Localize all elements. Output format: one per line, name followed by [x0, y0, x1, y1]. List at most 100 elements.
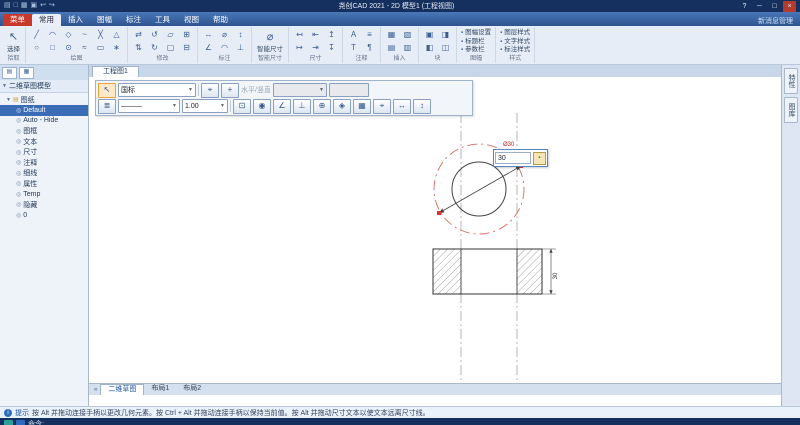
ribbon-icon[interactable]: ▦	[384, 28, 399, 42]
ribbon-icon[interactable]: ↧	[324, 41, 339, 55]
visibility-icon[interactable]: ◎	[16, 117, 21, 124]
ribbon-icon[interactable]: □	[45, 41, 60, 55]
layer-item-细线[interactable]: ◎细线	[0, 168, 88, 179]
ribbon-icon[interactable]: ⊞	[179, 28, 194, 42]
menu-tab-图幅[interactable]: 图幅	[90, 14, 119, 26]
linewidth-select[interactable]: 1.00 ▼	[182, 99, 228, 113]
ribbon-icon[interactable]: ▣	[422, 28, 437, 42]
document-tab[interactable]: 工程图1	[92, 66, 139, 77]
osnap-icon[interactable]: ⌖	[373, 99, 391, 114]
vertical-icon[interactable]: ↕	[413, 99, 431, 114]
sheet-tab-二维草图[interactable]: 二维草图	[100, 384, 144, 395]
ribbon-icon[interactable]: ╳	[93, 28, 108, 42]
new-file-icon[interactable]: □	[14, 0, 18, 12]
hatch-region-right[interactable]	[517, 249, 542, 294]
ribbon-icon[interactable]: ○	[29, 41, 44, 55]
ribbon-icon[interactable]: ◨	[438, 28, 453, 42]
tab-nav-button[interactable]: «	[94, 387, 97, 393]
vertical-dimension-text[interactable]: 30	[553, 272, 559, 279]
ribbon-icon[interactable]: ╱	[29, 28, 44, 42]
ribbon-icon[interactable]: ◫	[438, 41, 453, 55]
menu-tab-工具[interactable]: 工具	[148, 14, 177, 26]
ribbon-icon[interactable]: ¶	[362, 41, 377, 55]
ribbon-icon[interactable]: ↺	[147, 28, 162, 42]
menu-right-text[interactable]: 新消息管理	[758, 16, 797, 26]
ribbon-icon[interactable]: ▧	[400, 28, 415, 42]
ribbon-icon[interactable]: ⇤	[308, 28, 323, 42]
layer-item-注释[interactable]: ◎注释	[0, 158, 88, 169]
ribbon-icon[interactable]: ↦	[292, 41, 307, 55]
side-tab-特性[interactable]: 特性	[784, 68, 798, 94]
ribbon-icon[interactable]: ▤	[384, 41, 399, 55]
visibility-icon[interactable]: ◎	[16, 170, 21, 177]
ribbon-icon[interactable]: △	[109, 28, 124, 42]
hatch-icon[interactable]: ▦	[353, 99, 371, 114]
ribbon-icon[interactable]: ◧	[422, 41, 437, 55]
hole-circle[interactable]	[452, 162, 506, 216]
visibility-icon[interactable]: ◎	[16, 201, 21, 208]
ribbon-icon[interactable]: A	[346, 28, 361, 42]
ribbon-icon[interactable]: ↔	[201, 28, 216, 42]
sheet-tab-布局1[interactable]: 布局1	[144, 384, 176, 394]
ribbon-icon[interactable]: ↕	[233, 28, 248, 42]
help-button[interactable]: ?	[738, 1, 751, 12]
panel-root-row[interactable]: ▼ 二维草图模型	[0, 80, 88, 93]
layer-item-0[interactable]: ◎0	[0, 210, 88, 221]
ribbon-icon[interactable]: ▢	[163, 41, 178, 55]
menu-tab-菜单[interactable]: 菜单	[3, 14, 32, 26]
ribbon-icon[interactable]: ⇄	[131, 28, 146, 42]
visibility-icon[interactable]: ◎	[16, 138, 21, 145]
ribbon-icon[interactable]: ▥	[400, 41, 415, 55]
status-icon[interactable]	[16, 420, 25, 425]
ribbon-icon[interactable]: ◠	[45, 28, 60, 42]
visibility-icon[interactable]: ◎	[16, 128, 21, 135]
ribbon-icon[interactable]: ◠	[217, 41, 232, 55]
diameter-dimension-line[interactable]	[439, 166, 521, 213]
viewport[interactable]: 30 ↖ 国标 ▼ ⌖+ 水平/竖直 ▼	[89, 77, 781, 395]
intersection-icon[interactable]: ⊕	[313, 99, 331, 114]
layer-item-Temp[interactable]: ◎Temp	[0, 189, 88, 200]
visibility-icon[interactable]: ◎	[16, 159, 21, 166]
ribbon-icon[interactable]: ∗	[109, 41, 124, 55]
ribbon-icon[interactable]: ⌀	[217, 28, 232, 42]
dimension-value-input[interactable]: 30	[495, 152, 531, 164]
ribbon-textbutton-图幅设置[interactable]: ▪图幅设置	[461, 29, 491, 37]
ribbon-icon[interactable]: ⊙	[61, 41, 76, 55]
ribbon-textbutton-参数栏[interactable]: ▪参数栏	[461, 46, 491, 54]
side-tab-图库[interactable]: 图库	[784, 97, 798, 123]
plus-icon[interactable]: +	[221, 83, 239, 98]
visibility-icon[interactable]: ◎	[16, 107, 21, 114]
grid-icon[interactable]: ⊡	[233, 99, 251, 114]
hatch-region-left[interactable]	[433, 249, 461, 294]
app-menu-icon[interactable]: ▤	[4, 0, 11, 12]
layer-item-属性[interactable]: ◎属性	[0, 179, 88, 190]
ribbon-icon[interactable]: ⊟	[179, 41, 194, 55]
visibility-icon[interactable]: ◎	[16, 212, 21, 219]
ribbon-icon[interactable]: ≈	[77, 41, 92, 55]
ribbon-icon[interactable]: ◇	[61, 28, 76, 42]
lock-icon[interactable]: ▪	[533, 152, 546, 165]
ribbon-icon[interactable]: ∠	[201, 41, 216, 55]
undo-icon[interactable]: ↩	[40, 0, 46, 12]
ribbon-icon[interactable]: ↻	[147, 41, 162, 55]
library-tab[interactable]: ▦	[19, 67, 34, 79]
ribbon-icon[interactable]: ⊥	[233, 41, 248, 55]
ribbon-textbutton-标题栏[interactable]: ▪标题栏	[461, 38, 491, 46]
linetype-select[interactable]: ——— ▼	[118, 99, 180, 113]
layer-item-Default[interactable]: ◎Default	[0, 105, 88, 116]
menu-tab-帮助[interactable]: 帮助	[206, 14, 235, 26]
menu-tab-标注[interactable]: 标注	[119, 14, 148, 26]
ribbon-icon[interactable]: ⇥	[308, 41, 323, 55]
center-snap-icon[interactable]: ◉	[253, 99, 271, 114]
ribbon-bigbutton-选择[interactable]: ↖选择	[5, 28, 22, 55]
save-icon[interactable]: ▣	[30, 0, 37, 12]
layer-item-图框[interactable]: ◎图框	[0, 126, 88, 137]
command-prompt[interactable]: 命令:	[28, 419, 44, 425]
menu-tab-插入[interactable]: 插入	[61, 14, 90, 26]
minimize-button[interactable]: ─	[753, 1, 766, 12]
target-icon[interactable]: ⌖	[201, 83, 219, 98]
ribbon-icon[interactable]: ≡	[362, 28, 377, 42]
layer-item-隐藏[interactable]: ◎隐藏	[0, 200, 88, 211]
grip-handle[interactable]	[437, 211, 441, 215]
visibility-icon[interactable]: ◎	[16, 180, 21, 187]
